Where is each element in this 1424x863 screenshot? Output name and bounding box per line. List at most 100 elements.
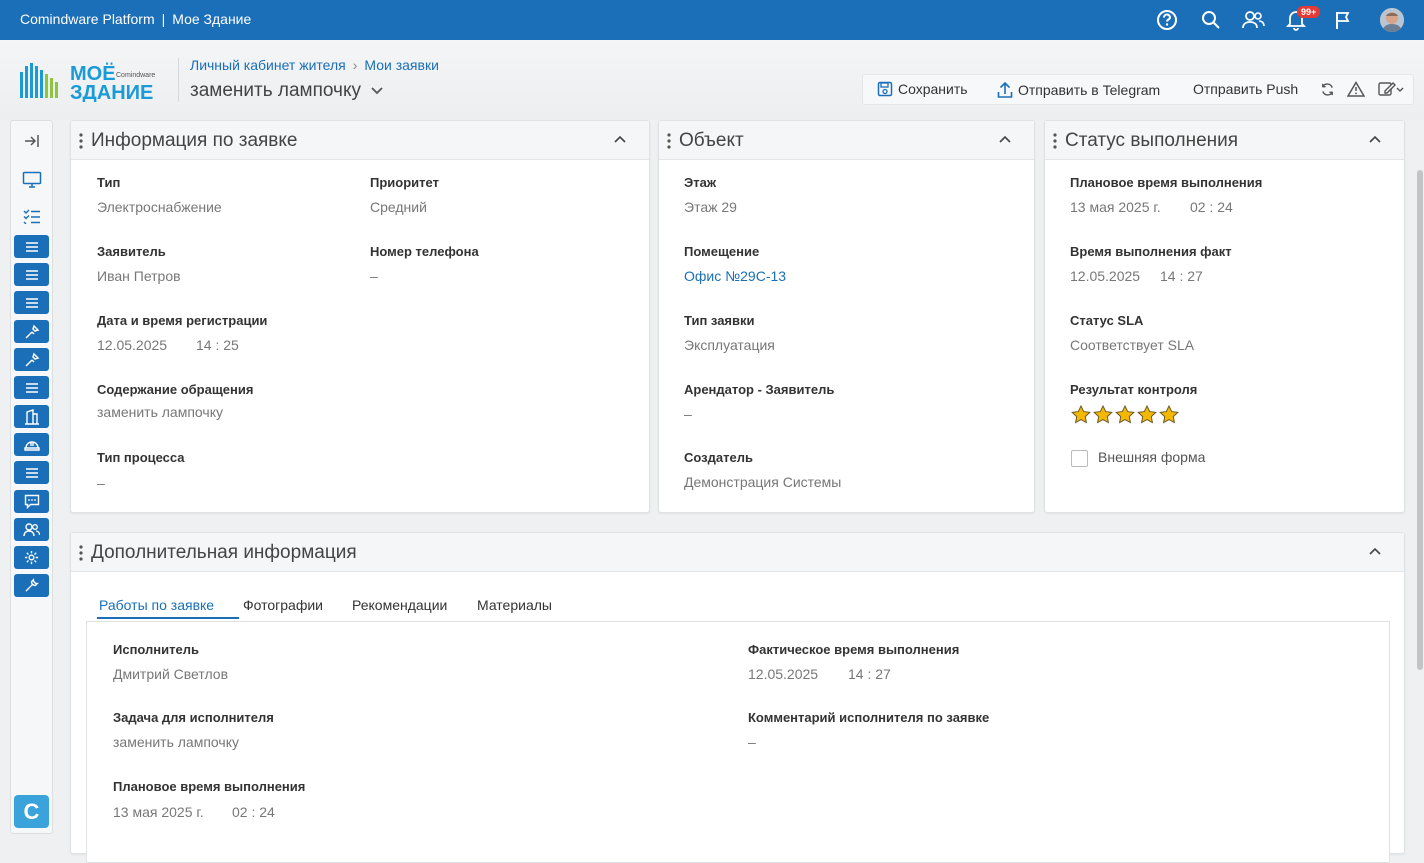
execution-status-card: Статус выполнения Плановое время выполне…	[1044, 120, 1405, 513]
object-card: Объект Этаж Этаж 29 Помещение Офис №29С-…	[658, 120, 1035, 513]
section-name: Мое Здание	[172, 11, 252, 27]
content-label: Содержание обращения	[97, 382, 254, 397]
process-type-value: –	[97, 475, 105, 491]
creator-value: Демонстрация Системы	[684, 474, 842, 490]
flag-icon[interactable]	[1331, 8, 1355, 32]
star-icon[interactable]	[1137, 405, 1157, 424]
chevron-up-icon[interactable]	[1368, 132, 1382, 146]
card-title: Статус выполнения	[1065, 130, 1239, 151]
room-link[interactable]: Офис №29С-13	[684, 268, 786, 284]
list-nav-icon[interactable]	[14, 461, 49, 484]
floor-value: Этаж 29	[684, 199, 737, 215]
card-title: Объект	[679, 130, 744, 151]
actual-time-label: Время выполнения факт	[1070, 244, 1232, 259]
request-type-value: Эксплуатация	[684, 337, 775, 353]
toolbar: Сохранить Отправить в Telegram Отправить…	[862, 74, 1414, 105]
building-icon[interactable]	[14, 405, 49, 428]
app-title[interactable]: Comindware Platform | Мое Здание	[20, 11, 251, 27]
type-label: Тип	[97, 175, 121, 190]
request-type-label: Тип заявки	[684, 313, 755, 328]
breadcrumb-item-requests[interactable]: Мои заявки	[364, 57, 438, 73]
chat-icon[interactable]	[14, 490, 49, 513]
star-icon[interactable]	[1115, 405, 1135, 424]
task-label: Задача для исполнителя	[113, 710, 274, 725]
users-icon[interactable]	[1241, 8, 1265, 32]
additional-info-card: Дополнительная информация Работы по заяв…	[70, 532, 1405, 863]
executor-comment-label: Комментарий исполнителя по заявке	[748, 710, 990, 725]
tab-recommendations[interactable]: Рекомендации	[352, 597, 447, 613]
executor-label: Исполнитель	[113, 642, 199, 657]
actual-date: 12.05.2025	[1070, 268, 1141, 284]
help-icon[interactable]	[1155, 8, 1179, 32]
external-form-checkbox[interactable]	[1071, 450, 1088, 467]
chevron-right-icon: ›	[352, 57, 358, 73]
task-value: заменить лампочку	[113, 734, 239, 750]
tab-works[interactable]: Работы по заявке	[99, 597, 214, 613]
tenant-label: Арендатор - Заявитель	[684, 382, 835, 397]
tools-icon[interactable]	[14, 320, 49, 343]
wrench-icon[interactable]	[14, 574, 49, 597]
search-icon[interactable]	[1199, 8, 1223, 32]
avatar[interactable]	[1380, 8, 1404, 32]
chevron-up-icon[interactable]	[613, 132, 627, 146]
list-nav-icon[interactable]	[14, 263, 49, 286]
tools-icon[interactable]	[14, 348, 49, 371]
send-push-button[interactable]: Отправить Push	[1193, 81, 1298, 97]
card-header: Информация по заявке	[71, 121, 649, 160]
tab-materials[interactable]: Материалы	[477, 597, 552, 613]
star-icon[interactable]	[1071, 405, 1091, 424]
rating-stars[interactable]	[1071, 405, 1179, 424]
edit-menu-icon[interactable]	[1378, 80, 1404, 98]
executor-value: Дмитрий Светлов	[113, 666, 229, 682]
applicant-value: Иван Петров	[97, 268, 181, 284]
planned-time: 02 : 24	[1190, 199, 1233, 215]
planned-time-label: Плановое время выполнения	[113, 779, 306, 794]
tab-photos[interactable]: Фотографии	[243, 597, 323, 613]
card-header: Дополнительная информация	[71, 533, 1404, 572]
planned-date: 13 мая 2025 г.	[1070, 199, 1161, 215]
sla-value: Соответствует SLA	[1070, 337, 1195, 353]
phone-label: Номер телефона	[370, 244, 479, 259]
breadcrumb-item-cabinet[interactable]: Личный кабинет жителя	[190, 57, 346, 73]
comindware-logo[interactable]: C	[14, 795, 49, 828]
applicant-label: Заявитель	[97, 244, 166, 259]
actual-time-label: Фактическое время выполнения	[748, 642, 960, 657]
warning-icon[interactable]	[1347, 81, 1365, 97]
refresh-icon[interactable]	[1320, 82, 1335, 97]
send-telegram-label: Отправить в Telegram	[1018, 82, 1161, 98]
users-nav-icon[interactable]	[14, 518, 49, 541]
type-value: Электроснабжение	[97, 199, 222, 215]
page-scrollbar[interactable]	[1413, 120, 1423, 842]
checklist-icon[interactable]	[14, 204, 49, 227]
planned-time: 02 : 24	[232, 804, 275, 820]
settings-gear-icon[interactable]	[14, 546, 49, 569]
list-nav-icon[interactable]	[14, 291, 49, 314]
creator-label: Создатель	[684, 450, 753, 465]
planned-time-label: Плановое время выполнения	[1070, 175, 1263, 190]
send-telegram-button[interactable]: Отправить в Telegram	[997, 81, 1160, 99]
star-icon[interactable]	[1093, 405, 1113, 424]
monitor-icon[interactable]	[14, 168, 49, 191]
chevron-up-icon[interactable]	[1368, 544, 1382, 558]
executor-comment-value: –	[748, 734, 756, 750]
expand-sidebar-icon[interactable]	[14, 129, 49, 152]
breadcrumb: Личный кабинет жителя › Мои заявки	[190, 57, 439, 73]
process-type-label: Тип процесса	[97, 450, 185, 465]
star-icon[interactable]	[1159, 405, 1179, 424]
list-nav-icon[interactable]	[14, 376, 49, 399]
chevron-up-icon[interactable]	[998, 132, 1012, 146]
priority-value: Средний	[370, 199, 427, 215]
send-push-label: Отправить Push	[1193, 81, 1299, 97]
left-sidebar: C	[10, 120, 53, 834]
save-button[interactable]: Сохранить	[877, 81, 968, 97]
phone-value: –	[370, 268, 378, 284]
helmet-icon[interactable]	[14, 433, 49, 456]
save-icon	[877, 81, 893, 97]
list-nav-icon[interactable]	[14, 235, 49, 258]
drag-handle-icon	[79, 545, 83, 561]
page-title[interactable]: заменить лампочку	[190, 80, 384, 102]
scrollbar-thumb[interactable]	[1417, 170, 1423, 670]
logo-line2: ЗДАНИЕ	[70, 82, 153, 102]
upload-icon	[997, 81, 1013, 98]
request-info-card: Информация по заявке Тип Электроснабжени…	[70, 120, 650, 513]
